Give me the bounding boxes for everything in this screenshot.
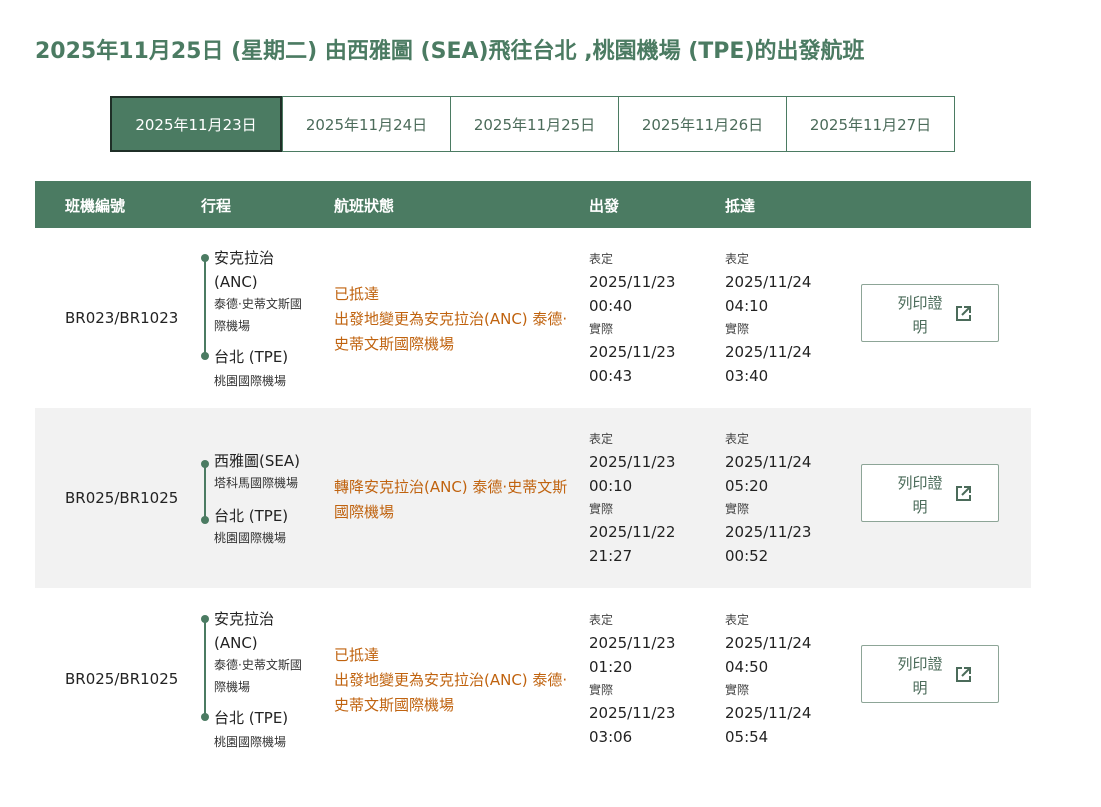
actual-date: 2025/11/24 <box>725 704 812 722</box>
scheduled-label: 表定 <box>589 252 614 266</box>
table-row: BR025/BR1025 安克拉治(ANC) 泰德·史蒂文斯國際機場 台北 (T… <box>35 589 1031 769</box>
flight-status: 已抵達 出發地變更為安克拉治(ANC) 泰德·史蒂文斯國際機場 <box>334 643 569 718</box>
actual-label: 實際 <box>589 683 614 697</box>
external-link-icon <box>956 486 971 501</box>
actual-date: 2025/11/23 <box>589 704 676 722</box>
actual-time: 00:43 <box>589 367 633 385</box>
destination-dot <box>201 713 209 721</box>
origin-city: 安克拉治(ANC) <box>214 249 275 291</box>
actual-label: 實際 <box>725 683 750 697</box>
actual-date: 2025/11/22 <box>589 523 676 541</box>
destination-city: 台北 (TPE) <box>214 507 289 525</box>
date-tab-3[interactable]: 2025年11月25日 <box>450 97 618 151</box>
origin-airport: 泰德·史蒂文斯國際機場 <box>214 297 302 333</box>
destination-city: 台北 (TPE) <box>214 348 289 366</box>
scheduled-label: 表定 <box>589 432 614 446</box>
origin-dot <box>201 615 209 623</box>
flight-status: 已抵達 出發地變更為安克拉治(ANC) 泰德·史蒂文斯國際機場 <box>334 282 569 357</box>
status-line-1: 已抵達 <box>334 285 380 303</box>
departure-times: 表定 2025/11/23 01:20 實際 2025/11/23 03:06 <box>589 609 675 749</box>
actual-time: 05:54 <box>725 728 769 746</box>
flight-status: 轉降安克拉治(ANC) 泰德·史蒂文斯國際機場 <box>334 475 569 525</box>
actual-date: 2025/11/23 <box>589 343 676 361</box>
date-tab-1[interactable]: 2025年11月23日 <box>110 96 282 152</box>
flight-number: BR025/BR1025 <box>65 489 179 507</box>
arrival-times: 表定 2025/11/24 04:50 實際 2025/11/24 05:54 <box>725 609 811 749</box>
scheduled-time: 01:20 <box>589 658 633 676</box>
arrival-times: 表定 2025/11/24 04:10 實際 2025/11/24 03:40 <box>725 248 811 388</box>
print-certificate-button[interactable]: 列印證明 <box>861 284 999 342</box>
scheduled-date: 2025/11/23 <box>589 273 676 291</box>
scheduled-time: 04:10 <box>725 297 769 315</box>
status-line-2: 出發地變更為安克拉治(ANC) 泰德·史蒂文斯國際機場 <box>334 310 568 353</box>
actual-date: 2025/11/23 <box>725 523 812 541</box>
actual-time: 03:06 <box>589 728 633 746</box>
scheduled-label: 表定 <box>725 613 750 627</box>
external-link-icon <box>956 306 971 321</box>
arrival-times: 表定 2025/11/24 05:20 實際 2025/11/23 00:52 <box>725 428 811 568</box>
header-arrival: 抵達 <box>725 197 756 215</box>
print-button-label: 列印證明 <box>897 294 943 336</box>
scheduled-date: 2025/11/24 <box>725 634 812 652</box>
actual-label: 實際 <box>589 322 614 336</box>
origin-dot <box>201 254 209 262</box>
actual-label: 實際 <box>725 502 750 516</box>
departure-times: 表定 2025/11/23 00:40 實際 2025/11/23 00:43 <box>589 248 675 388</box>
departure-times: 表定 2025/11/23 00:10 實際 2025/11/22 21:27 <box>589 428 675 568</box>
status-line-2: 出發地變更為安克拉治(ANC) 泰德·史蒂文斯國際機場 <box>334 671 568 714</box>
scheduled-time: 00:40 <box>589 297 633 315</box>
destination-airport: 桃園國際機場 <box>214 374 287 388</box>
flight-number: BR023/BR1023 <box>65 309 179 327</box>
header-departure: 出發 <box>589 197 620 215</box>
date-tabs: 2025年11月23日 2025年11月24日 2025年11月25日 2025… <box>110 96 955 152</box>
header-status: 航班狀態 <box>334 197 395 215</box>
page-title: 2025年11月25日 (星期二) 由西雅圖 (SEA)飛往台北 ,桃園機場 (… <box>35 39 865 64</box>
scheduled-label: 表定 <box>725 432 750 446</box>
actual-label: 實際 <box>589 502 614 516</box>
external-link-icon <box>956 667 971 682</box>
status-line-1: 已抵達 <box>334 646 380 664</box>
table-row: BR025/BR1025 西雅圖(SEA) 塔科馬國際機場 台北 (TPE) 桃… <box>35 408 1031 588</box>
destination-dot <box>201 516 209 524</box>
origin-airport: 泰德·史蒂文斯國際機場 <box>214 658 302 694</box>
print-button-label: 列印證明 <box>897 474 943 516</box>
print-certificate-button[interactable]: 列印證明 <box>861 645 999 703</box>
actual-time: 21:27 <box>589 547 633 565</box>
scheduled-time: 00:10 <box>589 477 633 495</box>
destination-airport: 桃園國際機場 <box>214 735 287 749</box>
origin-dot <box>201 460 209 468</box>
header-flight-no: 班機編號 <box>65 197 126 215</box>
actual-label: 實際 <box>725 322 750 336</box>
flight-number: BR025/BR1025 <box>65 670 179 688</box>
scheduled-date: 2025/11/23 <box>589 634 676 652</box>
date-tab-5[interactable]: 2025年11月27日 <box>786 97 954 151</box>
print-certificate-button[interactable]: 列印證明 <box>861 464 999 522</box>
scheduled-date: 2025/11/23 <box>589 453 676 471</box>
table-row: BR023/BR1023 安克拉治(ANC) 泰德·史蒂文斯國際機場 台北 (T… <box>35 228 1031 408</box>
origin-city: 西雅圖(SEA) <box>214 452 300 470</box>
destination-city: 台北 (TPE) <box>214 709 289 727</box>
destination-dot <box>201 352 209 360</box>
scheduled-date: 2025/11/24 <box>725 453 812 471</box>
destination-airport: 桃園國際機場 <box>214 531 287 545</box>
scheduled-time: 04:50 <box>725 658 769 676</box>
scheduled-label: 表定 <box>589 613 614 627</box>
date-tab-4[interactable]: 2025年11月26日 <box>618 97 786 151</box>
status-line-1: 轉降安克拉治(ANC) 泰德·史蒂文斯國際機場 <box>334 478 568 521</box>
actual-time: 00:52 <box>725 547 769 565</box>
scheduled-label: 表定 <box>725 252 750 266</box>
table-header: 班機編號 行程 航班狀態 出發 抵達 <box>35 181 1031 228</box>
scheduled-date: 2025/11/24 <box>725 273 812 291</box>
actual-date: 2025/11/24 <box>725 343 812 361</box>
origin-city: 安克拉治(ANC) <box>214 610 275 652</box>
scheduled-time: 05:20 <box>725 477 769 495</box>
origin-airport: 塔科馬國際機場 <box>214 476 299 490</box>
header-route: 行程 <box>201 197 232 215</box>
print-button-label: 列印證明 <box>897 655 943 697</box>
actual-time: 03:40 <box>725 367 769 385</box>
date-tab-2[interactable]: 2025年11月24日 <box>282 97 450 151</box>
